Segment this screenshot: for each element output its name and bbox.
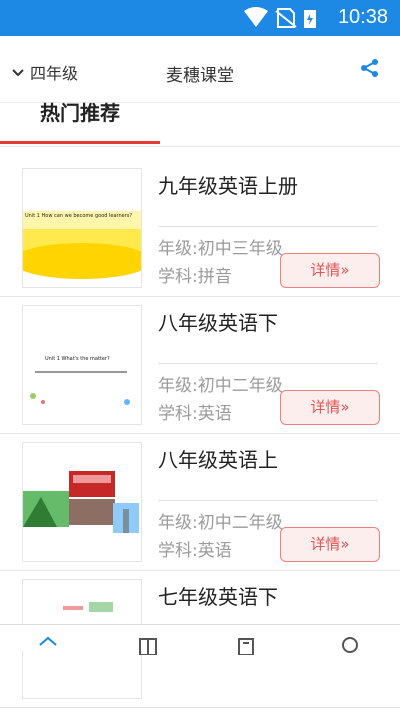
detail-button[interactable]: 详情» <box>280 390 380 425</box>
share-icon[interactable] <box>360 58 380 78</box>
status-bar: 10:38 <box>0 0 400 36</box>
list-item[interactable]: Unit 1 How can we become good learners? … <box>0 160 400 297</box>
course-title: 八年级英语下 <box>158 311 278 335</box>
divider <box>158 226 378 227</box>
divider <box>158 363 378 364</box>
course-title: 九年级英语上册 <box>158 174 298 198</box>
status-icons-svg <box>244 7 316 28</box>
thumbnail-image <box>23 211 141 279</box>
course-grade: 年级:初中二年级 <box>158 513 283 533</box>
tab-active-indicator <box>0 141 160 144</box>
tab-hot-recommend[interactable]: 热门推荐 <box>40 103 120 123</box>
tab-bar: 热门推荐 <box>0 102 400 147</box>
page-title: 麦穗课堂 <box>166 66 234 86</box>
course-thumbnail: Unit 1 What's the matter? <box>22 305 142 425</box>
list-item[interactable]: Unit 1 What's the matter? 八年级英语下 年级:初中二年… <box>0 297 400 434</box>
thumbnail-caption: Unit 1 How can we become good learners? <box>25 213 133 219</box>
status-icons <box>242 7 320 33</box>
home-icon[interactable] <box>38 635 58 655</box>
status-time: 10:38 <box>337 6 388 28</box>
bottom-nav <box>0 624 400 655</box>
thumbnail-image <box>30 371 130 405</box>
course-subject: 学科:英语 <box>158 404 232 424</box>
course-thumbnail: Unit 1 How can we become good learners? <box>22 168 142 288</box>
list-icon[interactable] <box>236 635 256 655</box>
course-subject: 学科:英语 <box>158 541 232 561</box>
book-icon[interactable] <box>138 635 158 655</box>
detail-button[interactable]: 详情» <box>280 253 380 288</box>
detail-button[interactable]: 详情» <box>280 527 380 562</box>
course-grade: 年级:初中二年级 <box>158 376 283 396</box>
thumbnail-caption: Unit 1 What's the matter? <box>45 356 110 362</box>
course-title: 七年级英语下 <box>158 585 278 609</box>
divider <box>158 500 378 501</box>
list-item[interactable]: 八年级英语上 年级:初中二年级 学科:英语 详情» <box>0 434 400 571</box>
thumbnail-image <box>23 471 139 533</box>
course-subject: 学科:拼音 <box>158 267 232 287</box>
course-grade: 年级:初中三年级 <box>158 239 283 259</box>
wifi-icon <box>244 7 268 27</box>
user-icon[interactable] <box>340 635 360 655</box>
course-title: 八年级英语上 <box>158 448 278 472</box>
course-thumbnail <box>22 442 142 562</box>
